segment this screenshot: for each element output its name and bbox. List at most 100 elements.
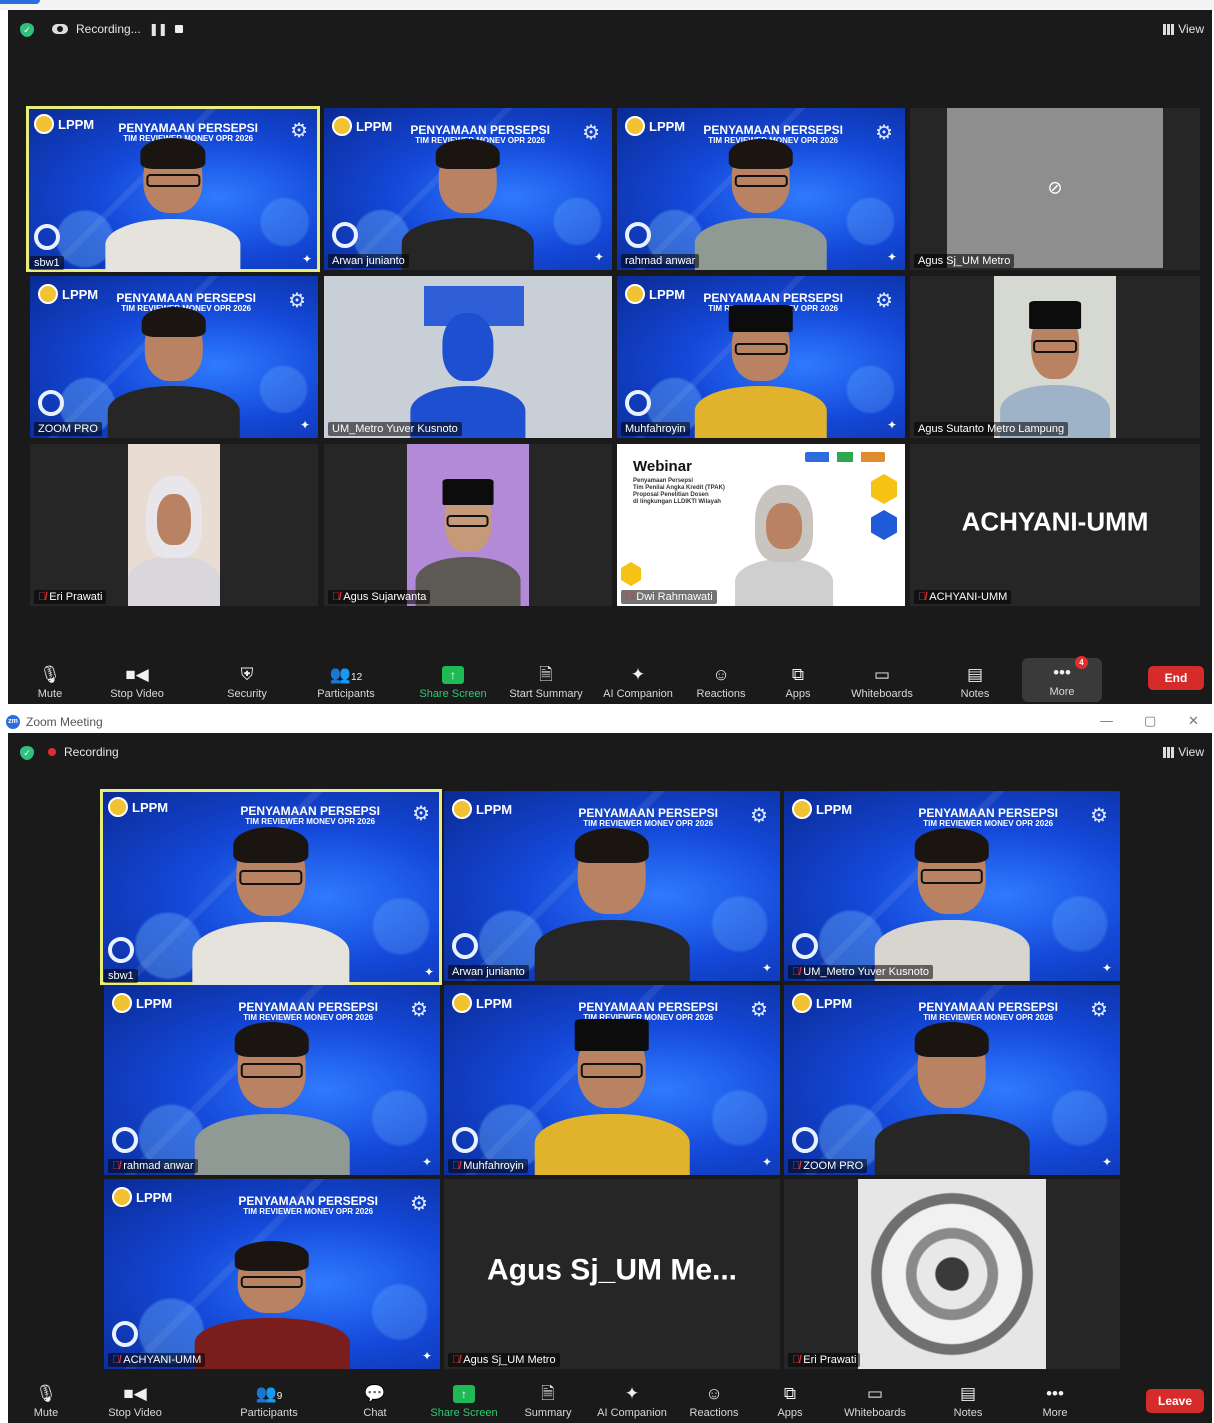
mute-button[interactable]: 🎙 Mute <box>30 1383 62 1419</box>
lppm-logo: LPPM <box>452 993 512 1013</box>
video-tile[interactable]: LPPM PENYAMAAN PERSEPSITIM REVIEWER MONE… <box>444 985 780 1175</box>
minimize-icon[interactable]: — <box>1100 713 1113 728</box>
recording-indicator[interactable]: Recording... ❚❚ <box>52 22 183 36</box>
video-tile[interactable]: LPPM PENYAMAAN PERSEPSITIM REVIEWER MONE… <box>784 985 1120 1175</box>
video-tile[interactable]: LPPM PENYAMAAN PERSEPSITIM REVIEWER MONE… <box>30 276 318 438</box>
microphone-icon: 🎙 <box>39 665 61 684</box>
gear-icon: ⚙ <box>288 290 306 312</box>
video-tile[interactable]: LPPM PENYAMAAN PERSEPSITIM REVIEWER MONE… <box>100 789 442 985</box>
chat-button[interactable]: 💬 Chat <box>358 1383 392 1419</box>
reactions-button[interactable]: ☺ Reactions <box>686 1383 742 1419</box>
whiteboard-icon: ▭ <box>866 1384 884 1403</box>
video-tile[interactable]: LPPM PENYAMAAN PERSEPSITIM REVIEWER MONE… <box>617 276 905 438</box>
close-icon[interactable]: ✕ <box>1188 713 1199 729</box>
shared-slide: Webinar Penyamaan Persepsi Tim Penilai A… <box>617 444 905 606</box>
video-tile[interactable]: ACHYANI-UMM 🎙̸ ACHYANI-UMM <box>910 444 1200 606</box>
lppm-logo: LPPM <box>112 993 172 1013</box>
pause-recording-icon[interactable]: ❚❚ <box>149 22 168 36</box>
video-tile[interactable]: Agus Sj_UM Me... 🎙̸ Agus Sj_UM Metro <box>444 1179 780 1369</box>
participant-name: ZOOM PRO <box>34 422 102 436</box>
apps-button[interactable]: ⧉ Apps <box>778 664 818 700</box>
stop-video-button[interactable]: ■◀ Stop Video <box>104 1383 166 1419</box>
participant-video <box>410 302 526 438</box>
participant-name: Agus Sutanto Metro Lampung <box>914 422 1069 436</box>
share-screen-button[interactable]: ↑ Share Screen <box>418 664 488 700</box>
muted-mic-icon: 🎙̸ <box>38 591 47 603</box>
notes-button[interactable]: ▤ Notes <box>948 1383 988 1419</box>
participant-video <box>128 444 220 606</box>
participant-name: 🎙̸ Eri Prawati <box>788 1353 861 1367</box>
restore-icon[interactable]: ▢ <box>1144 713 1156 729</box>
sparkle-icon: ✦ <box>761 1155 772 1169</box>
end-meeting-button[interactable]: End <box>1148 666 1204 690</box>
ai-companion-button[interactable]: ✦ AI Companion <box>592 1383 672 1419</box>
view-button[interactable]: View <box>1163 745 1204 759</box>
video-tile[interactable]: Agus Sutanto Metro Lampung <box>910 276 1200 438</box>
leave-meeting-button[interactable]: Leave <box>1146 1389 1204 1413</box>
video-tile[interactable]: LPPM PENYAMAAN PERSEPSITIM REVIEWER MONE… <box>104 985 440 1175</box>
lppm-logo: LPPM <box>625 116 685 136</box>
microphone-icon: 🎙 <box>35 1384 57 1403</box>
meeting-window-bottom: ✓ Recording View LPPM PENYAMAAN PERSEPSI… <box>8 733 1212 1423</box>
video-tile[interactable]: LPPM PENYAMAAN PERSEPSITIM REVIEWER MONE… <box>784 791 1120 981</box>
video-tile[interactable]: LPPM PENYAMAAN PERSEPSITIM REVIEWER MONE… <box>104 1179 440 1369</box>
encryption-shield-icon[interactable]: ✓ <box>20 23 34 37</box>
magnifier-icon <box>112 1127 138 1153</box>
smiley-icon: ☺ <box>705 1384 723 1403</box>
participant-video <box>874 821 1030 981</box>
reactions-button[interactable]: ☺ Reactions <box>694 664 748 700</box>
smiley-icon: ☺ <box>712 665 730 684</box>
video-tile[interactable]: LPPM PENYAMAAN PERSEPSITIM REVIEWER MONE… <box>26 106 320 272</box>
participant-name: 🎙̸ Agus Sujarwanta <box>328 590 431 604</box>
cloud-record-icon <box>52 24 68 34</box>
video-tile[interactable]: 🎙̸ Eri Prawati <box>784 1179 1120 1369</box>
gear-icon: ⚙ <box>1090 999 1108 1021</box>
lppm-logo: LPPM <box>108 797 168 817</box>
shield-icon: ⛨ <box>240 665 254 684</box>
stop-video-button[interactable]: ■◀ Stop Video <box>106 664 168 700</box>
whiteboards-button[interactable]: ▭ Whiteboards <box>838 1383 912 1419</box>
stop-recording-icon[interactable] <box>174 25 183 33</box>
participant-video <box>694 302 828 438</box>
meeting-window-top: ✓ Recording... ❚❚ View LPPM PENYAMAAN PE… <box>8 10 1212 704</box>
mute-button[interactable]: 🎙 Mute <box>34 664 66 700</box>
more-dots-icon: ••• <box>1046 1384 1064 1403</box>
participant-video <box>994 276 1116 438</box>
security-button[interactable]: ⛨ Security <box>222 664 272 700</box>
participant-name: 🎙̸ Dwi Rahmawati <box>621 590 717 604</box>
view-button[interactable]: View <box>1163 22 1204 36</box>
video-tile[interactable]: ⊘ Agus Sj_UM Metro <box>910 108 1200 270</box>
sparkle-icon: ✦ <box>593 250 604 264</box>
notes-icon: ▤ <box>966 665 984 684</box>
recording-label: Recording <box>64 745 119 759</box>
video-tile[interactable]: LPPM PENYAMAAN PERSEPSITIM REVIEWER MONE… <box>324 108 612 270</box>
video-tile[interactable]: UM_Metro Yuver Kusnoto <box>324 276 612 438</box>
recording-indicator[interactable]: Recording <box>48 745 119 759</box>
notes-button[interactable]: ▤ Notes <box>954 664 996 700</box>
ai-companion-button[interactable]: ✦ AI Companion <box>600 664 676 700</box>
whiteboards-button[interactable]: ▭ Whiteboards <box>846 664 918 700</box>
sparkle-icon: ✦ <box>1101 961 1112 975</box>
muted-mic-icon: 🎙̸ <box>112 1160 121 1172</box>
participants-button[interactable]: 👥12 Participants <box>312 664 380 700</box>
summary-button[interactable]: 🗎 Summary <box>520 1383 576 1419</box>
video-tile[interactable]: Webinar Penyamaan Persepsi Tim Penilai A… <box>617 444 905 606</box>
participant-name: rahmad anwar <box>621 254 700 268</box>
participant-video <box>534 1015 690 1175</box>
video-tile[interactable]: LPPM PENYAMAAN PERSEPSITIM REVIEWER MONE… <box>617 108 905 270</box>
more-button[interactable]: ••• More <box>1036 1383 1074 1419</box>
participants-button[interactable]: 👥9 Participants <box>234 1383 304 1419</box>
video-tile[interactable]: LPPM PENYAMAAN PERSEPSITIM REVIEWER MONE… <box>444 791 780 981</box>
participant-video <box>694 134 828 270</box>
video-tile[interactable]: 🎙̸ Agus Sujarwanta <box>324 444 612 606</box>
gear-icon: ⚙ <box>875 290 893 312</box>
window-title: Zoom Meeting <box>26 715 103 729</box>
start-summary-button[interactable]: 🗎 Start Summary <box>506 664 586 700</box>
apps-button[interactable]: ⧉ Apps <box>772 1383 808 1419</box>
encryption-shield-icon[interactable]: ✓ <box>20 746 34 760</box>
share-screen-button[interactable]: ↑ Share Screen <box>428 1383 500 1419</box>
participant-video <box>407 444 529 606</box>
magnifier-icon <box>792 933 818 959</box>
more-button[interactable]: ••• More 4 <box>1022 656 1102 702</box>
video-tile[interactable]: 🎙̸ Eri Prawati <box>30 444 318 606</box>
